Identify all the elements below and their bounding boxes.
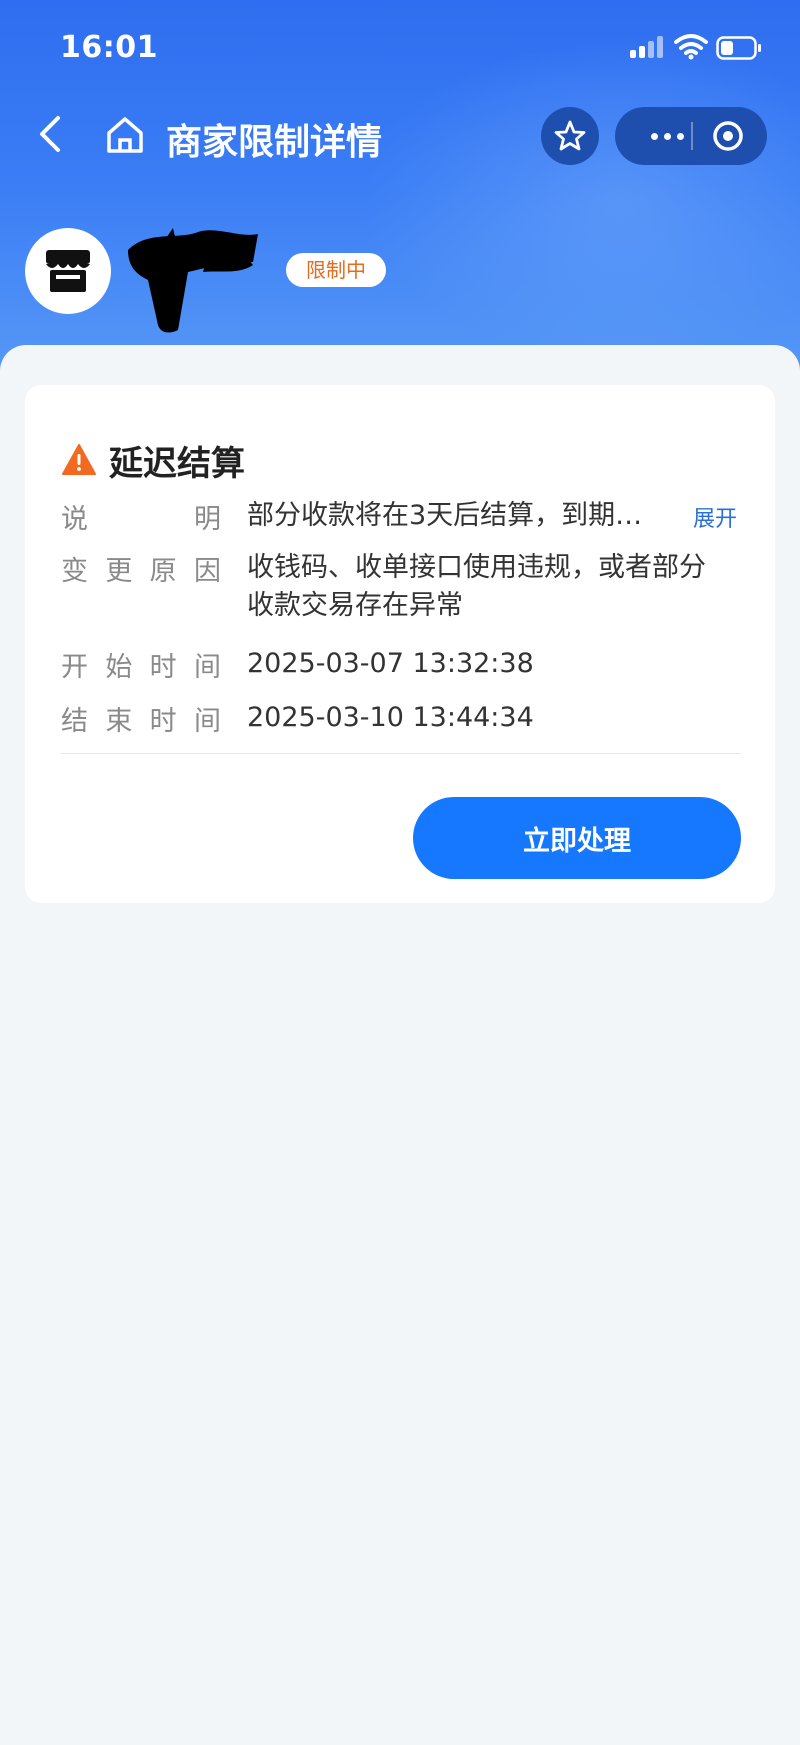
handle-now-button[interactable]: 立即处理 — [413, 797, 741, 879]
row-label: 变更原因 — [61, 556, 221, 587]
row-value: 2025-03-07 13:32:38 — [247, 648, 534, 679]
navigation-bar: 商家限制详情 — [0, 96, 800, 176]
page-title: 商家限制详情 — [166, 122, 383, 163]
status-bar: 16:01 — [0, 0, 800, 96]
divider — [61, 753, 741, 754]
status-badge: 限制中 — [286, 253, 386, 287]
menu-capsule — [615, 107, 767, 165]
row-label: 开始时间 — [61, 652, 221, 683]
back-icon[interactable] — [30, 112, 70, 156]
close-target-icon[interactable] — [711, 119, 745, 153]
warning-icon — [62, 444, 96, 475]
row-value: 2025-03-10 13:44:34 — [247, 702, 534, 733]
merchant-avatar — [25, 228, 111, 314]
star-icon — [554, 120, 586, 151]
row-label: 结束时间 — [61, 706, 221, 737]
expand-link[interactable]: 展开 — [693, 501, 737, 533]
card-title-text: 延迟结算 — [109, 443, 245, 484]
redacted-name — [128, 228, 258, 333]
store-icon — [46, 250, 90, 292]
row-value: 部分收款将在3天后结算，到期… — [247, 500, 643, 531]
home-icon[interactable] — [104, 114, 146, 156]
favorite-button[interactable] — [541, 107, 599, 165]
merchant-header: 限制中 — [0, 220, 800, 333]
restriction-card: 延迟结算 说明 部分收款将在3天后结算，到期… 展开 变更原因 收钱码、收单接口… — [25, 385, 775, 903]
more-icon[interactable] — [637, 107, 697, 165]
capsule-divider — [691, 122, 693, 150]
row-label: 说明 — [61, 504, 221, 535]
card-title: 延迟结算 — [61, 435, 245, 485]
signal-icon — [630, 36, 666, 58]
battery-icon — [716, 36, 761, 60]
status-time: 16:01 — [60, 30, 158, 65]
wifi-icon — [674, 34, 708, 60]
row-value: 收钱码、收单接口使用违规，或者部分收款交易存在异常 — [247, 552, 706, 621]
